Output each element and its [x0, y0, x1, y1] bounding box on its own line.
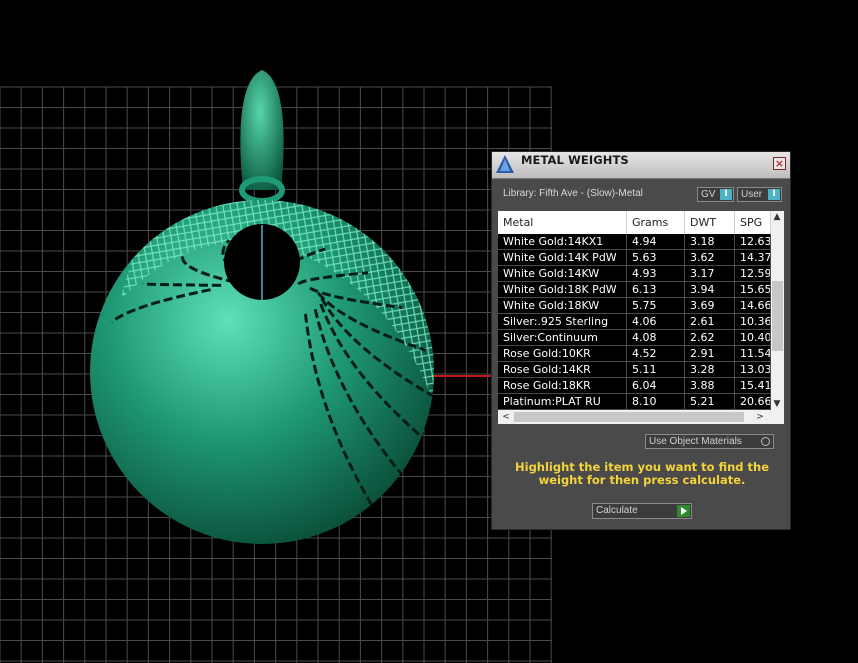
- cell-spg: 13.03: [735, 362, 771, 377]
- cell-metal: White Gold:18KW: [498, 298, 627, 313]
- column-header-dwt[interactable]: DWT: [685, 211, 735, 234]
- cell-dwt: 5.21: [685, 394, 735, 409]
- play-arrow-icon: [677, 505, 690, 517]
- cell-metal: Silver:Continuum: [498, 330, 627, 345]
- panel-titlebar[interactable]: METAL WEIGHTS ×: [492, 152, 790, 179]
- cell-grams: 6.04: [627, 378, 685, 393]
- cell-grams: 8.10: [627, 394, 685, 409]
- horizontal-scroll-thumb[interactable]: [514, 412, 744, 422]
- cell-dwt: 3.28: [685, 362, 735, 377]
- cell-dwt: 2.61: [685, 314, 735, 329]
- matrix-logo-icon: [496, 155, 514, 173]
- cell-dwt: 2.91: [685, 346, 735, 361]
- cell-dwt: 3.69: [685, 298, 735, 313]
- cell-metal: Rose Gold:14KR: [498, 362, 627, 377]
- metal-weights-panel: METAL WEIGHTS × Library: Fifth Ave - (Sl…: [491, 151, 791, 530]
- vertical-scroll-thumb[interactable]: [772, 281, 783, 351]
- panel-title: METAL WEIGHTS: [521, 153, 629, 167]
- cell-metal: Rose Gold:10KR: [498, 346, 627, 361]
- cell-spg: 10.36: [735, 314, 771, 329]
- table-row[interactable]: White Gold:14K PdW 5.63 3.62 14.37: [498, 250, 771, 266]
- table-row[interactable]: White Gold:18K PdW 6.13 3.94 15.65: [498, 282, 771, 298]
- table-row[interactable]: Rose Gold:18KR 6.04 3.88 15.41: [498, 378, 771, 394]
- cell-dwt: 3.17: [685, 266, 735, 281]
- horizontal-scrollbar[interactable]: < >: [498, 410, 784, 424]
- cell-spg: 12.63: [735, 234, 771, 249]
- cell-metal: White Gold:14KW: [498, 266, 627, 281]
- cell-spg: 12.59: [735, 266, 771, 281]
- cell-spg: 20.66: [735, 394, 771, 409]
- cell-spg: 15.65: [735, 282, 771, 297]
- cell-dwt: 3.94: [685, 282, 735, 297]
- close-button[interactable]: ×: [773, 157, 786, 170]
- cell-grams: 5.11: [627, 362, 685, 377]
- gv-toggle[interactable]: GV I: [697, 187, 734, 202]
- cell-dwt: 3.62: [685, 250, 735, 265]
- cell-metal: Silver:.925 Sterling: [498, 314, 627, 329]
- cell-metal: White Gold:14KX1: [498, 234, 627, 249]
- cell-grams: 4.52: [627, 346, 685, 361]
- cell-metal: Platinum:PLAT RU: [498, 394, 627, 409]
- metal-table: Metal Grams DWT SPG White Gold:14KX1 4.94…: [498, 211, 784, 424]
- table-row[interactable]: Platinum:PLAT RU 8.10 5.21 20.66: [498, 394, 771, 410]
- table-body: White Gold:14KX1 4.94 3.18 12.63 White Gold:…: [498, 234, 771, 410]
- pendant-model[interactable]: [90, 70, 440, 544]
- cell-grams: 5.75: [627, 298, 685, 313]
- user-toggle[interactable]: User I: [737, 187, 782, 202]
- table-row[interactable]: White Gold:14KW 4.93 3.17 12.59: [498, 266, 771, 282]
- column-header-metal[interactable]: Metal: [498, 211, 627, 234]
- cell-spg: 11.54: [735, 346, 771, 361]
- cell-grams: 4.06: [627, 314, 685, 329]
- cell-dwt: 2.62: [685, 330, 735, 345]
- radio-icon[interactable]: [761, 437, 770, 446]
- library-label: Library: Fifth Ave - (Slow)-Metal: [503, 188, 643, 199]
- user-toggle-knob: I: [768, 189, 780, 200]
- cell-spg: 15.41: [735, 378, 771, 393]
- cell-spg: 10.40: [735, 330, 771, 345]
- vertical-scrollbar[interactable]: ▲ ▼: [771, 211, 784, 410]
- scroll-up-icon[interactable]: ▲: [771, 211, 783, 223]
- cell-grams: 4.93: [627, 266, 685, 281]
- cell-dwt: 3.88: [685, 378, 735, 393]
- table-row[interactable]: White Gold:14KX1 4.94 3.18 12.63: [498, 234, 771, 250]
- pendant-bail: [240, 70, 284, 190]
- scroll-down-icon[interactable]: ▼: [771, 398, 783, 410]
- table-row[interactable]: Silver:.925 Sterling 4.06 2.61 10.36: [498, 314, 771, 330]
- cell-grams: 6.13: [627, 282, 685, 297]
- cell-grams: 4.08: [627, 330, 685, 345]
- scroll-left-icon[interactable]: <: [500, 411, 512, 423]
- gv-toggle-knob: I: [720, 189, 732, 200]
- column-header-grams[interactable]: Grams: [627, 211, 685, 234]
- cell-metal: White Gold:18K PdW: [498, 282, 627, 297]
- table-header: Metal Grams DWT SPG: [498, 211, 771, 234]
- cell-dwt: 3.18: [685, 234, 735, 249]
- close-icon: ×: [774, 157, 785, 170]
- column-header-spg[interactable]: SPG: [735, 211, 771, 234]
- cell-spg: 14.37: [735, 250, 771, 265]
- cell-spg: 14.66: [735, 298, 771, 313]
- table-row[interactable]: Rose Gold:14KR 5.11 3.28 13.03: [498, 362, 771, 378]
- cell-grams: 4.94: [627, 234, 685, 249]
- scroll-right-icon[interactable]: >: [754, 411, 766, 423]
- table-row[interactable]: Silver:Continuum 4.08 2.62 10.40: [498, 330, 771, 346]
- use-object-materials-option[interactable]: Use Object Materials: [645, 434, 774, 449]
- calculate-button[interactable]: Calculate: [592, 503, 692, 519]
- table-row[interactable]: White Gold:18KW 5.75 3.69 14.66: [498, 298, 771, 314]
- cell-grams: 5.63: [627, 250, 685, 265]
- cell-metal: Rose Gold:18KR: [498, 378, 627, 393]
- table-row[interactable]: Rose Gold:10KR 4.52 2.91 11.54: [498, 346, 771, 362]
- cell-metal: White Gold:14K PdW: [498, 250, 627, 265]
- instruction-text: Highlight the item you want to find the …: [515, 460, 769, 487]
